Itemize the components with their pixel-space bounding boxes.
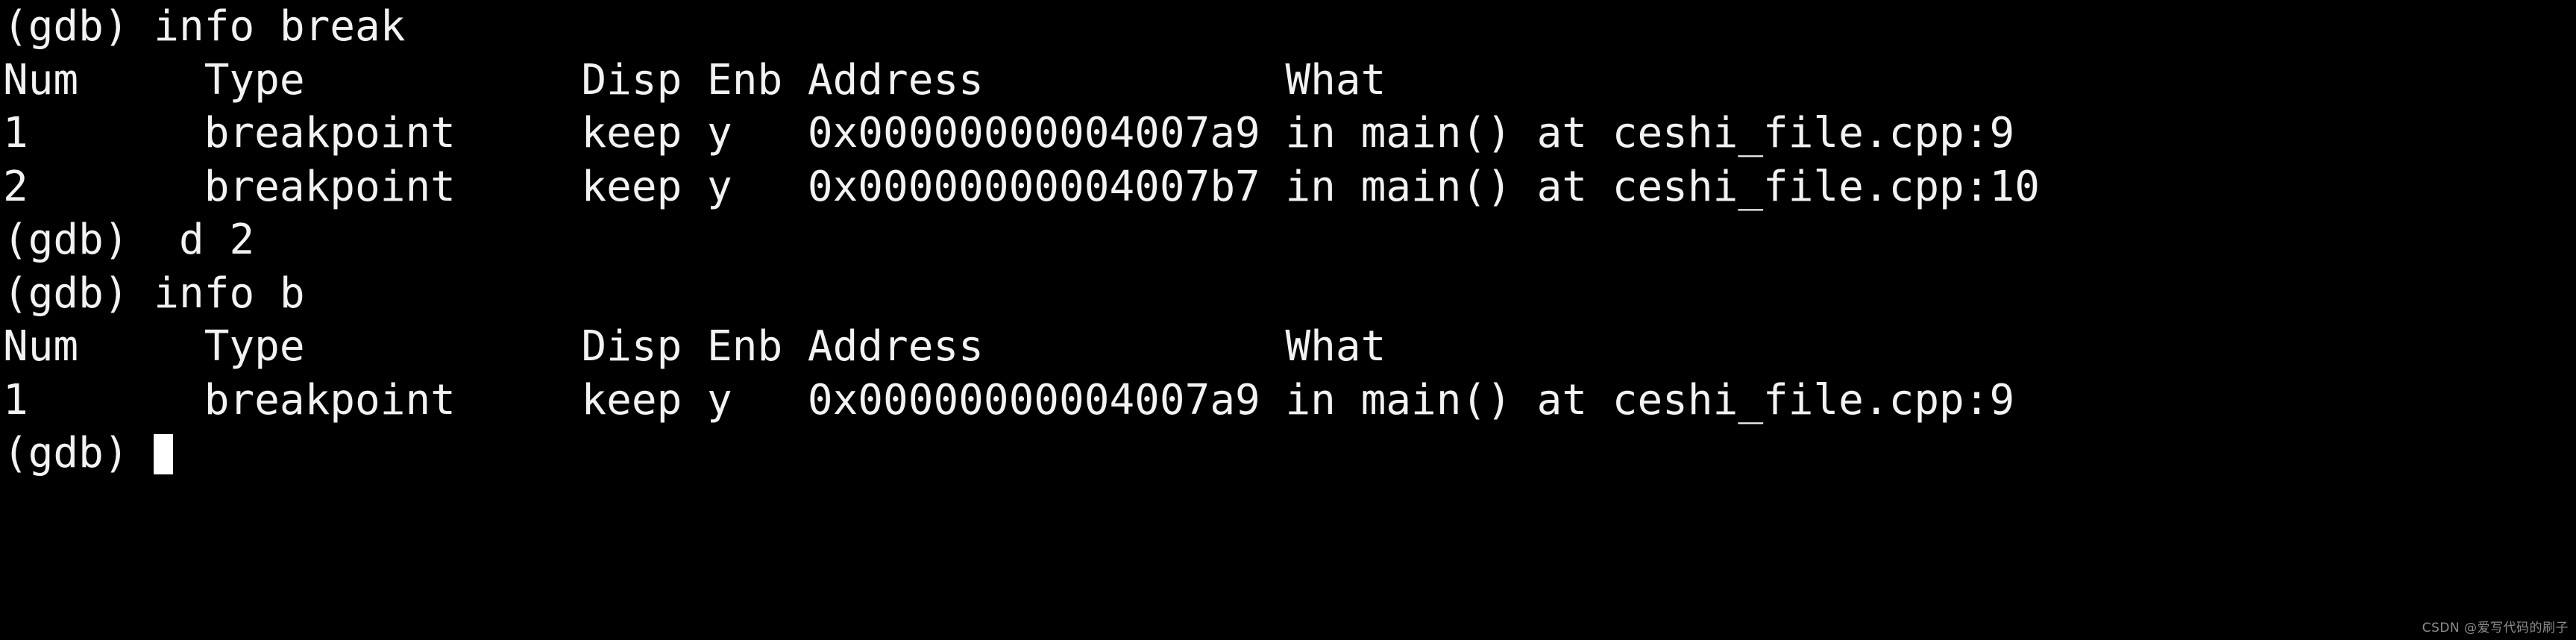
breakpoint-row-1-text: 1 breakpoint keep y 0x00000000004007a9 i… <box>3 109 2015 157</box>
gdb-prompt: (gdb) <box>3 429 154 477</box>
breakpoint-row-1-text: 1 breakpoint keep y 0x00000000004007a9 i… <box>3 375 2015 424</box>
command-text-delete-2: d 2 <box>154 216 255 264</box>
terminal-line-command-info-break: (gdb) info break <box>3 0 2576 54</box>
gdb-prompt: (gdb) <box>3 2 154 51</box>
column-header-num: Num Type Disp Enb Address What <box>3 55 1386 104</box>
terminal-line-command-delete-2: (gdb) d 2 <box>3 213 2576 267</box>
gdb-prompt: (gdb) <box>3 216 154 264</box>
terminal-line-breakpoint-row-2: 2 breakpoint keep y 0x00000000004007b7 i… <box>3 160 2576 214</box>
terminal-window[interactable]: (gdb) info break Num Type Disp Enb Addre… <box>0 0 2576 640</box>
text-cursor <box>154 434 174 474</box>
csdn-watermark: CSDN @爱写代码的刷子 <box>2422 621 2569 636</box>
terminal-line-breakpoint-row-1-after-delete: 1 breakpoint keep y 0x00000000004007a9 i… <box>3 374 2576 427</box>
terminal-line-breakpoint-row-1: 1 breakpoint keep y 0x00000000004007a9 i… <box>3 107 2576 160</box>
command-text-info-break: info break <box>154 2 406 51</box>
terminal-line-table-header-2: Num Type Disp Enb Address What <box>3 320 2576 374</box>
terminal-line-command-info-b: (gdb) info b <box>3 267 2576 321</box>
terminal-line-table-header-1: Num Type Disp Enb Address What <box>3 54 2576 107</box>
column-header-num: Num Type Disp Enb Address What <box>3 322 1386 371</box>
terminal-line-active-prompt[interactable]: (gdb) <box>3 427 2576 480</box>
command-text-info-b: info b <box>154 269 305 318</box>
gdb-prompt: (gdb) <box>3 269 154 318</box>
breakpoint-row-2-text: 2 breakpoint keep y 0x00000000004007b7 i… <box>3 162 2040 211</box>
